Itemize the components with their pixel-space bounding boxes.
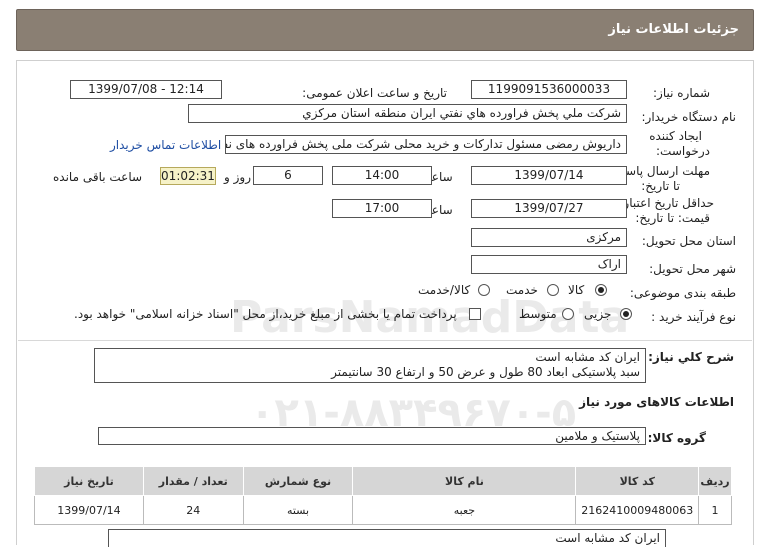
category-radio-goods[interactable] (595, 284, 607, 296)
announce-label: تاریخ و ساعت اعلان عمومی: (302, 86, 447, 100)
need-number-field: 1199091536000033 (471, 80, 627, 99)
summary-label: شرح کلي نياز: (648, 350, 734, 364)
page-header: جزئیات اطلاعات نیاز (16, 9, 754, 51)
purchase-radio-medium[interactable] (562, 308, 574, 320)
province-field: مرکزی (471, 228, 627, 247)
treasury-bonds-note: پرداخت تمام یا بخشی از مبلغ خرید،از محل … (74, 307, 457, 321)
need-number-label: شماره نیاز: (653, 86, 710, 100)
city-field: اراک (471, 255, 627, 274)
summary-line-1: ايران کد مشابه است (535, 350, 640, 364)
validity-label-2: قیمت: تا تاریخ: (635, 211, 710, 225)
page-title: جزئیات اطلاعات نیاز (608, 22, 739, 37)
buyer-contact-link[interactable]: اطلاعات تماس خریدار (110, 138, 221, 152)
goods-group-label: گروه کالا: (647, 431, 706, 445)
goods-group-field: پلاستیک و ملامین (98, 427, 646, 445)
summary-field: ايران کد مشابه است سبد پلاستیکی ابعاد 80… (94, 348, 646, 383)
purchase-type-label: نوع فرآیند خرید : (651, 310, 736, 324)
creator-label: ایجاد کننده (649, 129, 702, 143)
category-radio-goods-service[interactable] (478, 284, 490, 296)
category-label: طبقه بندی موضوعی: (629, 286, 736, 300)
cell-code: 2162410009480063 (575, 495, 700, 525)
days-label: روز و (224, 170, 251, 184)
goods-table-header: ردیف کد کالا نام کالا نوع شمارش تعداد / … (34, 466, 732, 496)
purchase-option-medium: متوسط (519, 307, 557, 321)
deadline-date-field: 1399/07/14 (471, 166, 627, 185)
cell-unit: بسته (242, 495, 354, 525)
need-details-page: جزئیات اطلاعات نیاز ParsNamadData ۰۲۱-۸۸… (0, 0, 770, 547)
cell-name: جعبه (352, 495, 577, 525)
deadline-time-field: 14:00 (332, 166, 432, 185)
purchase-option-minor: جزیی (584, 307, 612, 321)
category-option-goods: کالا (568, 283, 585, 297)
days-field: 6 (253, 166, 323, 185)
province-label: استان محل تحویل: (641, 234, 736, 248)
remaining-time-badge: 01:02:31 (160, 167, 216, 185)
category-option-service: خدمت (506, 283, 538, 297)
col-row: ردیف (698, 466, 732, 496)
goods-table: ردیف کد کالا نام کالا نوع شمارش تعداد / … (34, 466, 732, 525)
col-unit: نوع شمارش (242, 466, 354, 496)
table-row[interactable]: 1 2162410009480063 جعبه بسته 24 1399/07/… (34, 495, 732, 525)
remaining-label: ساعت باقی مانده (53, 170, 143, 184)
city-label: شهر محل تحویل: (649, 262, 736, 276)
category-option-goods-service: کالا/خدمت (418, 283, 471, 297)
creator-field: داریوش رمضی مسئول تدارکات و خرید محلی شر… (225, 135, 627, 154)
announce-field: 1399/07/08 - 12:14 (70, 80, 222, 99)
divider (18, 340, 752, 341)
col-qty: تعداد / مقدار (142, 466, 244, 496)
cell-qty: 24 (142, 495, 244, 525)
buyer-label: نام دستگاه خریدار: (641, 110, 737, 124)
category-radio-service[interactable] (547, 284, 559, 296)
validity-label: حداقل تاریخ اعتبار (623, 196, 714, 210)
creator-label-2: درخواست: (656, 144, 710, 158)
buyer-field: شرکت ملي پخش فراورده هاي نفتي ايران منطق… (188, 104, 627, 123)
col-date: تاریخ نیاز (34, 466, 144, 496)
col-code: کد کالا (575, 466, 700, 496)
purchase-radio-minor[interactable] (620, 308, 632, 320)
deadline-label-2: تا تاریخ: (641, 179, 680, 193)
treasury-bonds-checkbox[interactable] (469, 308, 481, 320)
goods-note-field: ایران کد مشابه است (108, 529, 666, 547)
summary-line-2: سبد پلاستیکی ابعاد 80 طول و عرض 50 و ارت… (331, 365, 640, 379)
validity-time-field: 17:00 (332, 199, 432, 218)
deadline-label: مهلت ارسال پاسخ: (614, 164, 710, 178)
cell-date: 1399/07/14 (34, 495, 144, 525)
goods-section-title: اطلاعات کالاهای مورد نیاز (579, 395, 734, 409)
cell-row: 1 (698, 495, 732, 525)
col-name: نام کالا (352, 466, 577, 496)
validity-date-field: 1399/07/27 (471, 199, 627, 218)
